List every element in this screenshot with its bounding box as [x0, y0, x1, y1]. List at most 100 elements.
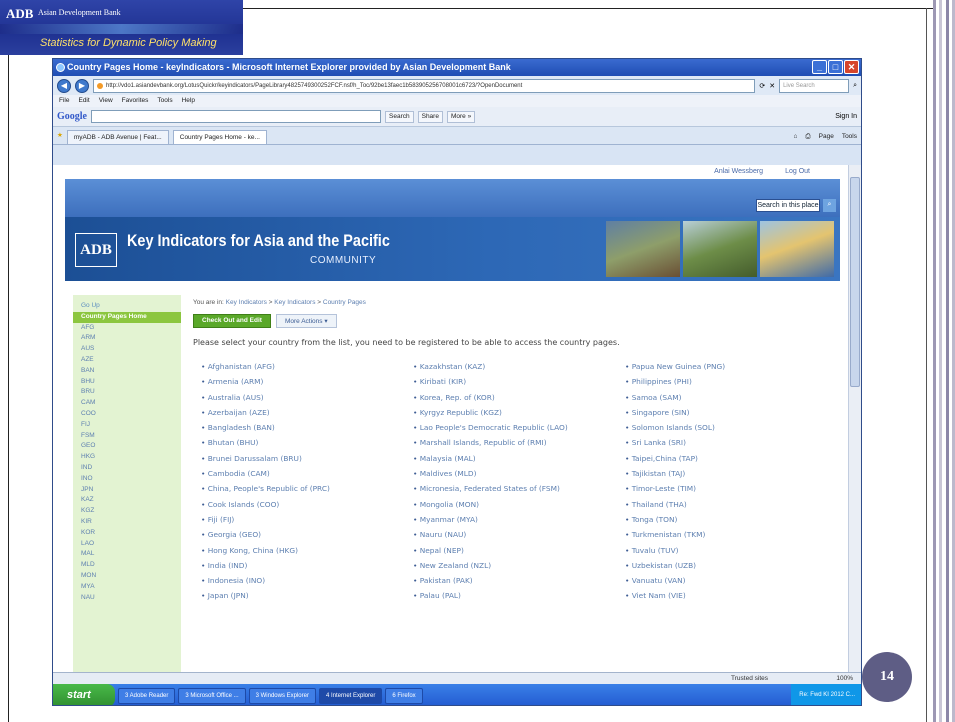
menu-edit[interactable]: Edit [78, 95, 89, 107]
minimize-button[interactable]: _ [812, 60, 827, 74]
back-icon[interactable]: ◀ [57, 78, 71, 93]
logout-link[interactable]: Log Out [785, 165, 810, 178]
nav-item-bhu[interactable]: BHU [73, 377, 181, 388]
live-search-input[interactable]: Live Search [779, 78, 850, 93]
nav-item-afg[interactable]: AFG [73, 323, 181, 334]
breadcrumb-link-2[interactable]: Key Indicators [274, 299, 315, 306]
country-link[interactable]: Azerbaijan (AZE) [201, 405, 405, 420]
country-link[interactable]: Afghanistan (AFG) [201, 359, 405, 374]
address-bar[interactable]: http://vdo1.asiandevbank.org/LotusQuickr… [93, 78, 756, 93]
google-share-button[interactable]: Share [417, 110, 443, 123]
menu-file[interactable]: File [59, 95, 69, 107]
nav-item-kor[interactable]: KOR [73, 528, 181, 539]
country-link[interactable]: Armenia (ARM) [201, 374, 405, 389]
tools-menu[interactable]: Tools [842, 130, 857, 144]
home-icon[interactable]: ⌂ [793, 130, 797, 144]
sign-in-link[interactable]: Sign In [835, 113, 857, 120]
country-link[interactable]: Uzbekistan (UZB) [625, 558, 829, 573]
country-link[interactable]: Pakistan (PAK) [413, 573, 617, 588]
refresh-icon[interactable]: ⟳ [759, 82, 765, 90]
start-button[interactable]: start [53, 684, 115, 705]
country-link[interactable]: Vanuatu (VAN) [625, 573, 829, 588]
country-link[interactable]: Kyrgyz Republic (KGZ) [413, 405, 617, 420]
country-link[interactable]: Papua New Guinea (PNG) [625, 359, 829, 374]
country-link[interactable]: Marshall Islands, Republic of (RMI) [413, 435, 617, 450]
country-link[interactable]: Viet Nam (VIE) [625, 588, 829, 603]
country-link[interactable]: Japan (JPN) [201, 588, 405, 603]
nav-item-ino[interactable]: INO [73, 474, 181, 485]
stop-icon[interactable]: ✕ [769, 82, 775, 90]
maximize-button[interactable]: □ [828, 60, 843, 74]
nav-item-nau[interactable]: NAU [73, 593, 181, 604]
print-icon[interactable]: ⎙ [805, 130, 810, 144]
country-link[interactable]: New Zealand (NZL) [413, 558, 617, 573]
country-link[interactable]: Tajikistan (TAJ) [625, 466, 829, 481]
close-button[interactable]: ✕ [844, 60, 859, 74]
breadcrumb-link-3[interactable]: Country Pages [323, 299, 366, 306]
country-link[interactable]: Cambodia (CAM) [201, 466, 405, 481]
menu-favorites[interactable]: Favorites [122, 95, 149, 107]
country-link[interactable]: Bhutan (BHU) [201, 435, 405, 450]
country-link[interactable]: Solomon Islands (SOL) [625, 420, 829, 435]
country-link[interactable]: China, People's Republic of (PRC) [201, 481, 405, 496]
nav-item-hkg[interactable]: HKG [73, 452, 181, 463]
country-link[interactable]: Tonga (TON) [625, 512, 829, 527]
country-link[interactable]: Philippines (PHI) [625, 374, 829, 389]
nav-item-kaz[interactable]: KAZ [73, 495, 181, 506]
page-menu[interactable]: Page [819, 130, 834, 144]
forward-icon[interactable]: ▶ [75, 78, 89, 93]
nav-item-bru[interactable]: BRU [73, 387, 181, 398]
breadcrumb-link-1[interactable]: Key Indicators [226, 299, 267, 306]
nav-item-fij[interactable]: FIJ [73, 420, 181, 431]
country-link[interactable]: Singapore (SIN) [625, 405, 829, 420]
country-link[interactable]: Australia (AUS) [201, 390, 405, 405]
taskbar-item[interactable]: 6 Firefox [385, 687, 423, 704]
nav-item-ban[interactable]: BAN [73, 366, 181, 377]
nav-item-kir[interactable]: KIR [73, 517, 181, 528]
nav-item-ind[interactable]: IND [73, 463, 181, 474]
country-link[interactable]: Georgia (GEO) [201, 527, 405, 542]
country-link[interactable]: Malaysia (MAL) [413, 451, 617, 466]
country-link[interactable]: Myanmar (MYA) [413, 512, 617, 527]
menu-help[interactable]: Help [182, 95, 195, 107]
nav-item-aus[interactable]: AUS [73, 344, 181, 355]
tab-myadb[interactable]: myADB - ADB Avenue | Feat... [66, 130, 169, 144]
nav-item-mld[interactable]: MLD [73, 560, 181, 571]
nav-item-aze[interactable]: AZE [73, 355, 181, 366]
nav-item-mal[interactable]: MAL [73, 549, 181, 560]
taskbar-item[interactable]: 3 Windows Explorer [248, 687, 316, 704]
scroll-thumb[interactable] [850, 177, 860, 387]
nav-go-up[interactable]: Go Up [73, 301, 181, 312]
country-link[interactable]: Palau (PAL) [413, 588, 617, 603]
nav-item-geo[interactable]: GEO [73, 441, 181, 452]
nav-item-cam[interactable]: CAM [73, 398, 181, 409]
country-link[interactable]: Thailand (THA) [625, 497, 829, 512]
title-bar[interactable]: Country Pages Home - keyIndicators - Mic… [53, 59, 861, 76]
nav-item-mya[interactable]: MYA [73, 582, 181, 593]
country-link[interactable]: Tuvalu (TUV) [625, 543, 829, 558]
country-link[interactable]: Fiji (FIJ) [201, 512, 405, 527]
google-more-button[interactable]: More » [446, 110, 476, 123]
country-link[interactable]: Samoa (SAM) [625, 390, 829, 405]
country-link[interactable]: Taipei,China (TAP) [625, 451, 829, 466]
menu-view[interactable]: View [99, 95, 113, 107]
taskbar-item[interactable]: 3 Adobe Reader [118, 687, 176, 704]
taskbar-item[interactable]: 4 Internet Explorer [318, 687, 383, 704]
search-go-icon[interactable]: ⌕ [823, 199, 836, 212]
country-link[interactable]: Hong Kong, China (HKG) [201, 543, 405, 558]
google-search-input[interactable] [91, 110, 381, 123]
country-link[interactable]: Kazakhstan (KAZ) [413, 359, 617, 374]
check-out-button[interactable]: Check Out and Edit [193, 314, 271, 328]
nav-item-arm[interactable]: ARM [73, 333, 181, 344]
nav-item-lao[interactable]: LAO [73, 539, 181, 550]
country-link[interactable]: Lao People's Democratic Republic (LAO) [413, 420, 617, 435]
user-name-link[interactable]: Anlai Wessberg [714, 165, 763, 178]
tab-country-pages[interactable]: Country Pages Home - ke... [172, 130, 267, 144]
country-link[interactable]: Timor-Leste (TIM) [625, 481, 829, 496]
nav-item-coo[interactable]: COO [73, 409, 181, 420]
page-scrollbar[interactable] [848, 165, 861, 672]
menu-tools[interactable]: Tools [157, 95, 172, 107]
country-link[interactable]: Indonesia (INO) [201, 573, 405, 588]
taskbar-item[interactable]: 3 Microsoft Office ... [178, 687, 246, 704]
country-link[interactable]: Nepal (NEP) [413, 543, 617, 558]
